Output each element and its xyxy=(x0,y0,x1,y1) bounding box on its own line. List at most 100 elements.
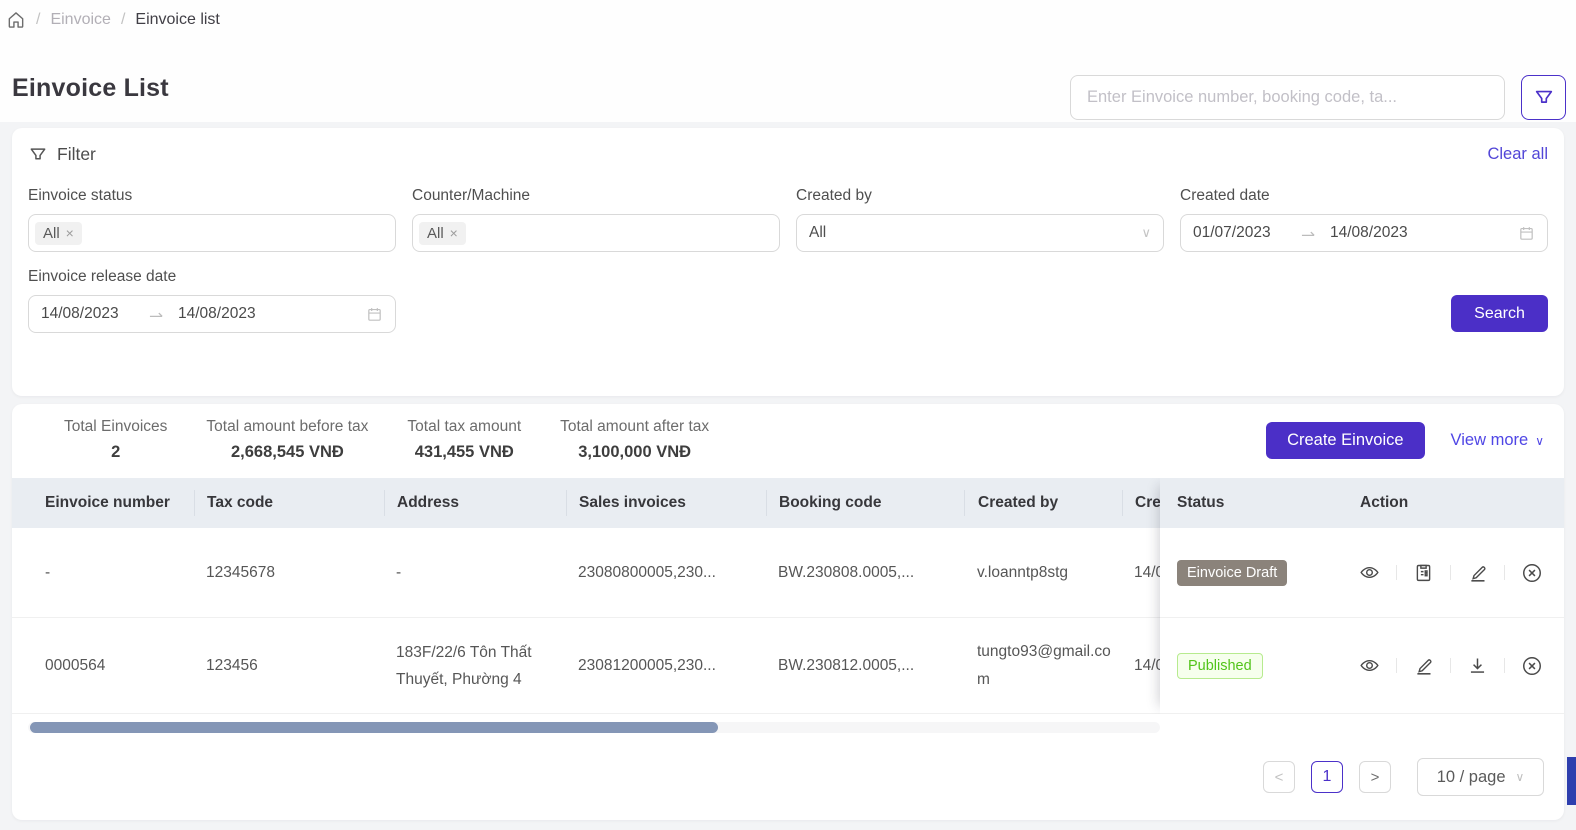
fixed-row: Einvoice Draft xyxy=(1160,528,1564,618)
einvoice-status-select[interactable]: All × xyxy=(28,214,396,252)
action-divider xyxy=(1504,658,1505,673)
funnel-icon xyxy=(28,145,48,165)
download-icon[interactable] xyxy=(1467,655,1488,676)
page-size-select[interactable]: 10 / page ∨ xyxy=(1417,758,1544,796)
filter-title-label: Filter xyxy=(57,144,96,165)
filter-panel-title: Filter xyxy=(28,144,96,165)
fixed-columns-panel: Status Action Einvoice Draft xyxy=(1160,478,1564,714)
counter-machine-label: Counter/Machine xyxy=(412,187,780,205)
row-actions xyxy=(1345,655,1543,677)
stat-amount-after-tax: Total amount after tax 3,100,000 VNĐ xyxy=(560,418,709,462)
filter-toggle-button[interactable] xyxy=(1521,75,1566,120)
cancel-circle-icon[interactable] xyxy=(1521,655,1543,677)
created-by-label: Created by xyxy=(796,187,1164,205)
create-einvoice-button[interactable]: Create Einvoice xyxy=(1266,422,1424,459)
field-counter-machine: Counter/Machine All × xyxy=(412,187,780,252)
chevron-down-icon: ∨ xyxy=(1141,225,1151,241)
created-date-start[interactable]: 01/07/2023 xyxy=(1193,224,1301,242)
col-created-by: Created by xyxy=(964,490,1122,516)
breadcrumb-einvoice[interactable]: Einvoice xyxy=(50,11,110,29)
clipboard-publish-icon[interactable] xyxy=(1413,562,1434,583)
cell-sales-invoices: 23081200005,230... xyxy=(566,657,766,675)
stat-value: 3,100,000 VNĐ xyxy=(578,443,691,462)
col-booking-code: Booking code xyxy=(766,490,964,516)
home-icon[interactable] xyxy=(6,10,26,30)
edit-icon[interactable] xyxy=(1413,655,1434,676)
einvoice-status-label: Einvoice status xyxy=(28,187,396,205)
horizontal-scrollbar-thumb[interactable] xyxy=(30,722,718,733)
chevron-left-icon: < xyxy=(1275,769,1284,786)
stat-amount-before-tax: Total amount before tax 2,668,545 VNĐ xyxy=(206,418,368,462)
horizontal-scrollbar-track[interactable] xyxy=(28,722,1160,733)
search-input[interactable] xyxy=(1070,75,1505,120)
release-date-label: Einvoice release date xyxy=(28,268,396,286)
col-einvoice-number: Einvoice number xyxy=(12,490,194,516)
stat-label: Total amount before tax xyxy=(206,418,368,436)
stat-value: 2,668,545 VNĐ xyxy=(231,443,344,462)
stat-label: Total Einvoices xyxy=(64,418,167,436)
status-badge: Published xyxy=(1177,653,1263,679)
created-by-value: All xyxy=(809,224,826,242)
stat-tax-amount: Total tax amount 431,455 VNĐ xyxy=(407,418,521,462)
next-page-button[interactable]: > xyxy=(1359,761,1391,793)
address-text: 183F/22/6 Tôn Thất Thuyết, Phường 4 xyxy=(396,644,532,688)
search-button[interactable]: Search xyxy=(1451,295,1548,332)
cell-einvoice-number: 0000564 xyxy=(12,657,194,675)
clear-all-link[interactable]: Clear all xyxy=(1487,145,1548,164)
row-actions xyxy=(1345,562,1543,584)
arrow-right-icon xyxy=(1301,228,1316,238)
pagination: < 1 > 10 / page ∨ xyxy=(1263,758,1544,796)
action-divider xyxy=(1504,565,1505,580)
eye-icon[interactable] xyxy=(1359,655,1380,676)
tag-label: All xyxy=(427,225,444,242)
cell-tax-code: 123456 xyxy=(194,657,384,675)
eye-icon[interactable] xyxy=(1359,562,1380,583)
counter-machine-tag: All × xyxy=(419,222,466,245)
status-badge: Einvoice Draft xyxy=(1177,560,1287,586)
cell-sales-invoices: 23080800005,230... xyxy=(566,564,766,582)
created-by-select[interactable]: All ∨ xyxy=(796,214,1164,252)
cell-created-by: v.loanntp8stg xyxy=(964,564,1122,582)
einvoice-status-tag: All × xyxy=(35,222,82,245)
cell-booking-code: BW.230808.0005,... xyxy=(766,564,964,582)
cell-booking-code: BW.230812.0005,... xyxy=(766,657,964,675)
breadcrumb: / Einvoice / Einvoice list xyxy=(6,10,220,30)
cell-address: - xyxy=(384,564,566,582)
edit-icon[interactable] xyxy=(1467,562,1488,583)
filter-panel: Filter Clear all Einvoice status All × C… xyxy=(12,128,1564,396)
calendar-icon xyxy=(366,306,383,323)
cancel-circle-icon[interactable] xyxy=(1521,562,1543,584)
funnel-icon xyxy=(1533,87,1555,109)
clipped-edge-element xyxy=(1567,757,1576,805)
cell-tax-code: 12345678 xyxy=(194,564,384,582)
release-date-end[interactable]: 14/08/2023 xyxy=(178,305,256,323)
einvoice-table-card: Total Einvoices 2 Total amount before ta… xyxy=(12,404,1564,820)
stat-value: 2 xyxy=(111,443,120,462)
page-1-button[interactable]: 1 xyxy=(1311,761,1343,793)
cell-status: Einvoice Draft xyxy=(1160,564,1345,582)
col-tax-code: Tax code xyxy=(194,490,384,516)
tag-close-icon[interactable]: × xyxy=(450,225,458,241)
col-action: Action xyxy=(1345,494,1564,512)
cell-einvoice-number: - xyxy=(12,564,194,582)
col-sales-invoices: Sales invoices xyxy=(566,490,766,516)
col-address: Address xyxy=(384,490,566,516)
release-date-start[interactable]: 14/08/2023 xyxy=(41,305,149,323)
cell-created-by: tungto93@gmail.com xyxy=(964,638,1122,694)
breadcrumb-separator: / xyxy=(121,11,125,29)
chevron-right-icon: > xyxy=(1371,769,1380,786)
tag-close-icon[interactable]: × xyxy=(66,225,74,241)
prev-page-button[interactable]: < xyxy=(1263,761,1295,793)
page-title: Einvoice List xyxy=(12,74,169,103)
created-date-range-picker[interactable]: 01/07/2023 14/08/2023 xyxy=(1180,214,1548,252)
created-date-end[interactable]: 14/08/2023 xyxy=(1330,224,1408,242)
stat-total-einvoices: Total Einvoices 2 xyxy=(64,418,167,462)
page-size-value: 10 / page xyxy=(1437,768,1506,787)
release-date-range-picker[interactable]: 14/08/2023 14/08/2023 xyxy=(28,295,396,333)
chevron-down-icon: ∨ xyxy=(1516,770,1525,784)
view-more-dropdown[interactable]: View more ∨ xyxy=(1451,431,1544,450)
created-date-label: Created date xyxy=(1180,187,1548,205)
action-divider xyxy=(1450,658,1451,673)
field-created-by: Created by All ∨ xyxy=(796,187,1164,252)
counter-machine-select[interactable]: All × xyxy=(412,214,780,252)
